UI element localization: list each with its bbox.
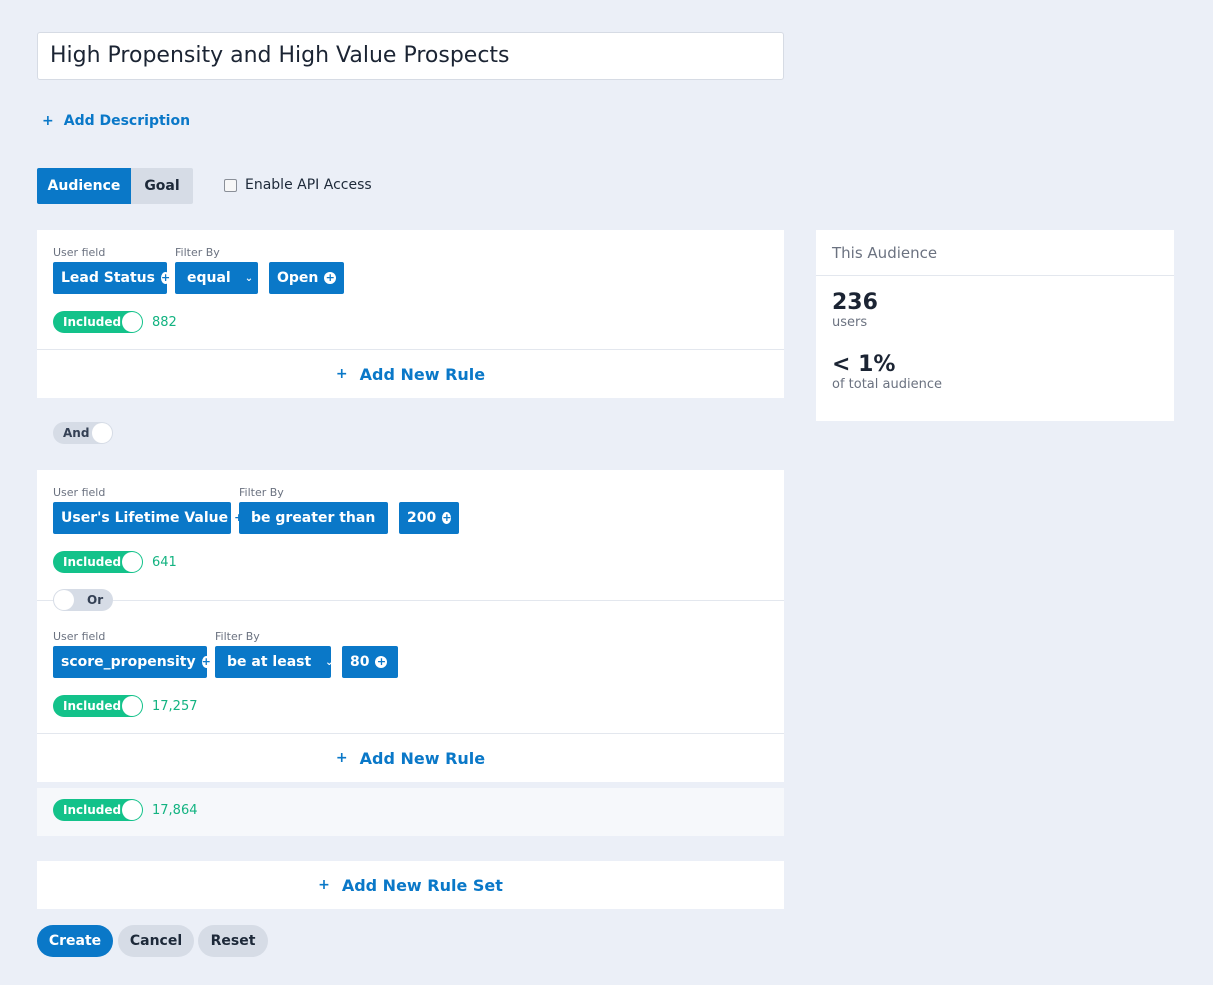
included-toggle[interactable]: Included — [53, 551, 143, 573]
toggle-knob — [122, 800, 142, 820]
plus-icon: + — [318, 877, 330, 893]
included-toggle[interactable]: Included — [53, 695, 143, 717]
plus-icon: + — [42, 113, 54, 129]
and-label: And — [63, 426, 90, 440]
add-rule-label: Add New Rule — [359, 364, 486, 384]
operator-label: equal — [187, 270, 231, 286]
chevron-down-icon: ⌄ — [389, 512, 398, 524]
chevron-down-icon: ⌄ — [325, 656, 334, 668]
api-access-checkbox[interactable] — [224, 178, 237, 192]
create-button[interactable]: Create — [37, 925, 113, 957]
add-circle-icon: + — [160, 271, 171, 284]
add-new-rule-button[interactable]: + Add New Rule — [37, 349, 784, 398]
value-chip-200[interactable]: 200 + — [399, 502, 459, 534]
add-circle-icon: + — [324, 271, 336, 284]
users-label: users — [832, 315, 868, 330]
toggle-knob — [122, 552, 142, 572]
api-access-label: Enable API Access — [245, 177, 372, 193]
or-label: Or — [87, 593, 104, 607]
toggle-knob — [122, 312, 142, 332]
operator-label: be greater than — [251, 510, 376, 526]
chevron-down-icon: ⌄ — [244, 272, 254, 284]
toggle-knob — [122, 696, 142, 716]
add-circle-icon: + — [442, 511, 452, 524]
field-chip-label: User's Lifetime Value — [61, 510, 229, 526]
operator-label: be at least — [227, 654, 312, 670]
value-chip-80[interactable]: 80 + — [342, 646, 398, 678]
add-new-rule-set-button[interactable]: + Add New Rule Set — [37, 861, 784, 909]
tab-audience[interactable]: Audience — [37, 168, 131, 204]
filter-by-label: Filter By — [239, 486, 284, 499]
included-toggle[interactable]: Included — [53, 799, 143, 821]
match-count: 641 — [152, 554, 177, 570]
add-circle-icon: + — [375, 655, 388, 668]
field-chip-label: Lead Status — [61, 270, 155, 286]
field-chip-label: score_propensity — [61, 654, 196, 670]
toggle-label: Included — [63, 699, 122, 713]
rule-status: Included 641 — [53, 551, 177, 573]
cancel-button[interactable]: Cancel — [118, 925, 194, 957]
toggle-knob — [92, 423, 112, 443]
included-toggle[interactable]: Included — [53, 311, 143, 333]
operator-dropdown[interactable]: be at least ⌄ — [215, 646, 334, 678]
tab-goal[interactable]: Goal — [131, 168, 193, 204]
rule-status: Included 17,257 — [53, 695, 198, 717]
audience-summary: This Audience 236 users < 1% of total au… — [816, 230, 1174, 421]
rule-set-2: User field Filter By User's Lifetime Val… — [37, 470, 784, 782]
and-toggle[interactable]: And — [53, 422, 113, 444]
toggle-label: Included — [63, 315, 122, 329]
add-description-link[interactable]: + Add Description — [42, 113, 190, 129]
match-count: 882 — [152, 314, 177, 330]
field-chip-lifetime-value[interactable]: User's Lifetime Value + — [53, 502, 244, 534]
plus-icon: + — [335, 366, 348, 382]
filter-by-label: Filter By — [215, 630, 260, 643]
match-count: 17,864 — [152, 802, 198, 818]
rule-set-1: User field Filter By Lead Status + equal… — [37, 230, 784, 398]
toggle-knob — [54, 590, 74, 610]
audience-percent: < 1% — [832, 352, 896, 377]
plus-icon: + — [335, 750, 348, 766]
value-chip-open[interactable]: Open + — [269, 262, 344, 294]
filter-by-label: Filter By — [175, 246, 220, 259]
field-chip-lead-status[interactable]: Lead Status + — [53, 262, 171, 294]
divider — [37, 600, 784, 601]
match-count: 17,257 — [152, 698, 198, 714]
api-access-option[interactable]: Enable API Access — [224, 177, 372, 193]
operator-dropdown[interactable]: be greater than ⌄ — [239, 502, 398, 534]
toggle-label: Included — [63, 555, 122, 569]
tab-bar: Audience Goal — [37, 168, 193, 204]
segment-name-input[interactable]: High Propensity and High Value Prospects — [37, 32, 784, 80]
users-count: 236 — [832, 290, 878, 315]
field-chip-score-propensity[interactable]: score_propensity + — [53, 646, 211, 678]
user-field-label: User field — [53, 246, 106, 259]
operator-dropdown[interactable]: equal ⌄ — [175, 262, 258, 294]
reset-button[interactable]: Reset — [198, 925, 268, 957]
user-field-label: User field — [53, 486, 106, 499]
rule-status: Included 882 — [53, 311, 177, 333]
summary-title: This Audience — [816, 230, 1174, 276]
value-chip-label: 200 — [407, 510, 437, 526]
percent-label: of total audience — [832, 377, 942, 392]
add-description-label: Add Description — [63, 113, 191, 129]
value-chip-label: 80 — [350, 654, 370, 670]
add-rule-set-label: Add New Rule Set — [341, 875, 503, 895]
or-toggle[interactable]: Or — [53, 589, 113, 611]
value-chip-label: Open — [277, 270, 319, 286]
add-rule-label: Add New Rule — [359, 748, 486, 768]
rule-set-status: Included 17,864 — [53, 799, 198, 821]
toggle-label: Included — [63, 803, 122, 817]
rule-set-2-total: Included 17,864 — [37, 788, 784, 836]
user-field-label: User field — [53, 630, 106, 643]
add-new-rule-button[interactable]: + Add New Rule — [37, 733, 784, 782]
add-circle-icon: + — [201, 655, 211, 668]
